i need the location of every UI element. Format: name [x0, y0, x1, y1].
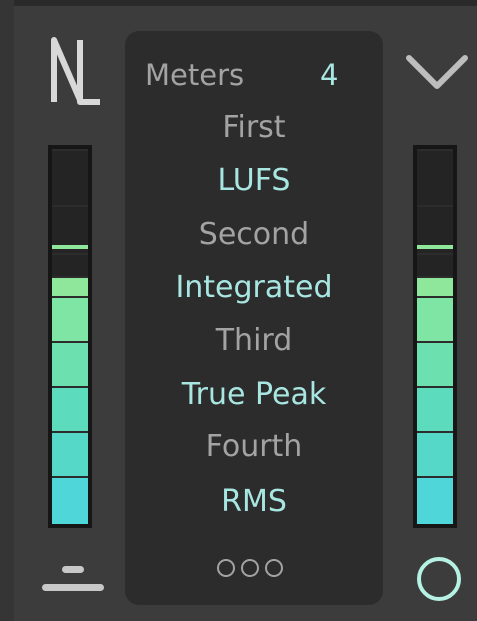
level-meter-right — [413, 145, 457, 528]
chevron-down-icon[interactable] — [404, 52, 470, 92]
dot-icon — [241, 559, 259, 577]
meters-count[interactable]: 4 — [320, 57, 338, 93]
meter-segment — [417, 149, 453, 205]
meter-segment — [52, 296, 88, 341]
left-edge-strip — [0, 0, 14, 621]
menu-line-short — [62, 566, 84, 573]
meter-peak-marker — [417, 245, 453, 249]
level-meter-left — [48, 145, 92, 528]
dot-icon — [217, 559, 235, 577]
meter-segment — [52, 276, 88, 296]
meter-segment — [52, 341, 88, 386]
meter-type-fourth[interactable]: RMS — [125, 484, 383, 520]
meters-title: Meters — [145, 58, 245, 92]
meter-peak-marker — [52, 245, 88, 249]
circle-button-icon[interactable] — [417, 557, 461, 601]
meter-slot-label-fourth: Fourth — [205, 429, 303, 464]
meter-slot-label-second: Second — [198, 217, 310, 252]
meter-segment — [52, 149, 88, 205]
nl-logo-icon — [51, 37, 100, 105]
meter-type-second[interactable]: Integrated — [125, 270, 383, 306]
meter-segment — [417, 386, 453, 431]
meter-segment — [417, 476, 453, 524]
meter-slot-label-first: First — [222, 110, 286, 145]
meter-segment — [417, 341, 453, 386]
meter-segment — [52, 431, 88, 476]
meter-segment — [52, 386, 88, 431]
meter-segment — [417, 431, 453, 476]
menu-line-long — [42, 584, 104, 591]
meter-segment — [52, 476, 88, 524]
top-strip — [0, 0, 477, 6]
meter-type-first[interactable]: LUFS — [125, 163, 383, 199]
menu-lines-icon[interactable] — [40, 562, 106, 596]
meters-panel: Meters 4 First LUFS Second Integrated Th… — [125, 31, 383, 605]
more-dots-icon[interactable] — [217, 559, 297, 581]
meter-segment — [417, 296, 453, 341]
meter-slot-label-third: Third — [215, 323, 293, 358]
meter-segment — [417, 276, 453, 296]
dot-icon — [265, 559, 283, 577]
meter-type-third[interactable]: True Peak — [125, 377, 383, 413]
